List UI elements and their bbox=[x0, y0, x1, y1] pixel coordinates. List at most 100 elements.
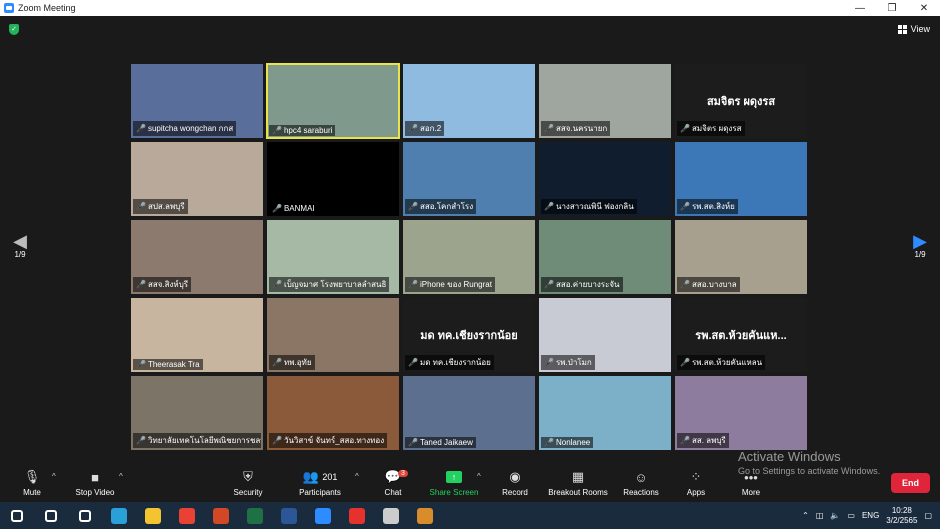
end-meeting-button[interactable]: End bbox=[891, 473, 930, 493]
participant-name: สสอ.บางบาล bbox=[691, 280, 737, 289]
language-indicator[interactable]: ENG bbox=[862, 511, 879, 520]
participant-name-label: 🎤 รพ.ป่าโมก bbox=[541, 355, 595, 370]
chat-button[interactable]: 💬 3 Chat bbox=[363, 466, 423, 497]
participant-tile[interactable]: 🎤 สสจ.สิงห์บุรี bbox=[131, 220, 263, 294]
chevron-up-icon[interactable]: ⌃ bbox=[802, 511, 809, 520]
muted-microphone-icon: 🎤 bbox=[544, 358, 554, 367]
participant-name: hpc4 saraburi bbox=[283, 126, 333, 135]
participant-name: iPhone ของ Rungrat bbox=[419, 280, 492, 289]
mute-button[interactable]: 🎙 Mute bbox=[2, 466, 62, 497]
search-glyph bbox=[45, 509, 57, 522]
share-options-caret[interactable]: ^ bbox=[477, 472, 481, 481]
participant-name: สสจ.นครนายก bbox=[555, 124, 608, 133]
file-explorer-glyph bbox=[145, 507, 161, 524]
muted-microphone-icon: 🎤 bbox=[272, 358, 282, 367]
acrobat-glyph bbox=[349, 507, 365, 524]
taskbar-start-button-icon[interactable] bbox=[0, 502, 34, 529]
clock[interactable]: 10:28 3/2/2565 bbox=[886, 506, 917, 526]
participant-name-label: 🎤 รพ.สต.ห้วยคันแหลน bbox=[677, 355, 766, 370]
taskbar-acrobat-icon[interactable] bbox=[340, 502, 374, 529]
restore-button[interactable]: ❐ bbox=[876, 0, 908, 16]
taskbar-obs-icon[interactable] bbox=[374, 502, 408, 529]
muted-microphone-icon: 🎤 bbox=[136, 436, 146, 445]
reactions-button[interactable]: ☺ Reactions bbox=[611, 466, 671, 498]
view-button[interactable]: View bbox=[897, 24, 930, 34]
participant-tile[interactable]: 🎤 ทพ.อุทัย bbox=[267, 298, 399, 372]
next-page-button[interactable]: ▶ 1/9 bbox=[910, 232, 930, 259]
participant-tile[interactable]: 🎤 สส. ลพบุรี bbox=[675, 376, 807, 450]
participants-caret[interactable]: ^ bbox=[355, 472, 359, 481]
participant-name-label: 🎤 สส. ลพบุรี bbox=[677, 433, 729, 448]
view-label: View bbox=[910, 24, 930, 34]
participant-tile[interactable]: 🎤 iPhone ของ Rungrat bbox=[403, 220, 535, 294]
participant-name: BANMAI bbox=[283, 204, 315, 213]
breakout-rooms-icon: ▦ bbox=[571, 469, 585, 484]
close-button[interactable]: ✕ bbox=[908, 0, 940, 16]
participant-tile[interactable]: 🎤 รพ.สต.สิงห์ย bbox=[675, 142, 807, 216]
participant-tile[interactable]: 🎤 สสอ.ค่ายบางระจัน bbox=[539, 220, 671, 294]
participant-tile[interactable]: 🎤 นางสาวณพินี ฟองกลิน bbox=[539, 142, 671, 216]
shield-icon[interactable]: ✓ bbox=[9, 24, 19, 35]
participant-tile[interactable]: 🎤 รพ.ป่าโมก bbox=[539, 298, 671, 372]
apps-label: Apps bbox=[686, 488, 706, 497]
taskbar-excel-icon[interactable] bbox=[238, 502, 272, 529]
participant-tile[interactable]: สมจิตร ผดุงรส 🎤 สมจิตร ผดุงรส bbox=[675, 64, 807, 138]
participants-count: 201 bbox=[322, 472, 338, 482]
apps-button[interactable]: ⁘ Apps bbox=[666, 466, 726, 497]
battery-icon[interactable]: ▭ bbox=[847, 511, 855, 520]
stop-video-button[interactable]: ■ Stop Video bbox=[65, 466, 125, 498]
taskbar-task-view-icon[interactable] bbox=[68, 502, 102, 529]
chat-label: Chat bbox=[384, 488, 402, 497]
participant-tile[interactable]: มด ทค.เชียงรากน้อย 🎤 มด ทค.เชียงรากน้อย bbox=[403, 298, 535, 372]
notifications-icon[interactable]: ▢ bbox=[924, 511, 932, 520]
participant-tile[interactable]: 🎤 สอก.2 bbox=[403, 64, 535, 138]
muted-microphone-icon: 🎤 bbox=[136, 124, 146, 133]
participants-label: Participants bbox=[299, 488, 341, 497]
participants-button[interactable]: 👥 201 Participants bbox=[290, 466, 350, 497]
participant-tile[interactable]: 🎤 สปส.ลพบุรี bbox=[131, 142, 263, 216]
network-icon[interactable]: ◫ bbox=[816, 511, 824, 520]
taskbar-search-icon[interactable] bbox=[34, 502, 68, 529]
minimize-button[interactable]: — bbox=[844, 0, 876, 16]
security-button[interactable]: ⛨ Security bbox=[218, 466, 278, 497]
stop-video-label: Stop Video bbox=[75, 488, 115, 497]
participant-tile[interactable]: 🎤 สสอ.บางบาล bbox=[675, 220, 807, 294]
muted-microphone-icon: 🎤 bbox=[136, 360, 146, 369]
participant-tile[interactable]: 🎤 Nonlanee bbox=[539, 376, 671, 450]
participant-name: รพ.สต.ห้วยคันแหลน bbox=[691, 358, 763, 367]
volume-icon[interactable]: 🔈 bbox=[830, 511, 840, 520]
audio-options-caret[interactable]: ^ bbox=[52, 472, 56, 481]
participant-display-name: รพ.สต.ห้วยคันแห... bbox=[695, 330, 787, 342]
record-button[interactable]: ◉ Record bbox=[485, 466, 545, 497]
taskbar-word-icon[interactable] bbox=[272, 502, 306, 529]
previous-page-button[interactable]: ◀ 1/9 bbox=[10, 232, 30, 259]
participant-tile[interactable]: 🎤 สสจ.นครนายก bbox=[539, 64, 671, 138]
taskbar-chrome-icon[interactable] bbox=[170, 502, 204, 529]
muted-microphone-icon: 🎤 bbox=[136, 202, 146, 211]
taskbar-file-explorer-icon[interactable] bbox=[136, 502, 170, 529]
participant-tile[interactable]: 🎤 วิทยาลัยเทคโนโลยีพณิชยการชลบุ... bbox=[131, 376, 263, 450]
participant-tile[interactable]: 🎤 วันวิสาข์ จันทร์_สสอ.ทางทอง bbox=[267, 376, 399, 450]
participant-tile[interactable]: 🎤 Taned Jaikaew bbox=[403, 376, 535, 450]
security-label: Security bbox=[233, 488, 263, 497]
edge-glyph bbox=[111, 507, 127, 524]
taskbar-edge-icon[interactable] bbox=[102, 502, 136, 529]
muted-microphone-icon: 🎤 bbox=[408, 280, 418, 289]
share-screen-button[interactable]: ↑ Share Screen bbox=[424, 466, 484, 497]
taskbar-zoom-icon[interactable] bbox=[306, 502, 340, 529]
participant-tile[interactable]: รพ.สต.ห้วยคันแห... 🎤 รพ.สต.ห้วยคันแหลน bbox=[675, 298, 807, 372]
participant-name: Theerasak Tra bbox=[147, 360, 200, 369]
share-screen-icon: ↑ bbox=[446, 471, 462, 483]
breakout-rooms-button[interactable]: ▦ Breakout Rooms bbox=[548, 466, 608, 497]
muted-microphone-icon: 🎤 bbox=[544, 202, 554, 211]
participant-tile[interactable]: 🎤 BANMAI bbox=[267, 142, 399, 216]
taskbar-powerpoint-icon[interactable] bbox=[204, 502, 238, 529]
taskbar-app-icon[interactable] bbox=[408, 502, 442, 529]
participant-tile[interactable]: 🎤 Theerasak Tra bbox=[131, 298, 263, 372]
participant-tile[interactable]: 🎤 เบ็ญจมาศ โรงพยาบาลลำสนธิ bbox=[267, 220, 399, 294]
video-options-caret[interactable]: ^ bbox=[119, 472, 123, 481]
participant-tile[interactable]: 🎤 สสอ.โคกสำโรง bbox=[403, 142, 535, 216]
task-view-glyph bbox=[79, 509, 91, 522]
participant-tile[interactable]: 🎤 supitcha wongchan กกส bbox=[131, 64, 263, 138]
participant-tile[interactable]: 🎤 hpc4 saraburi bbox=[266, 63, 400, 139]
